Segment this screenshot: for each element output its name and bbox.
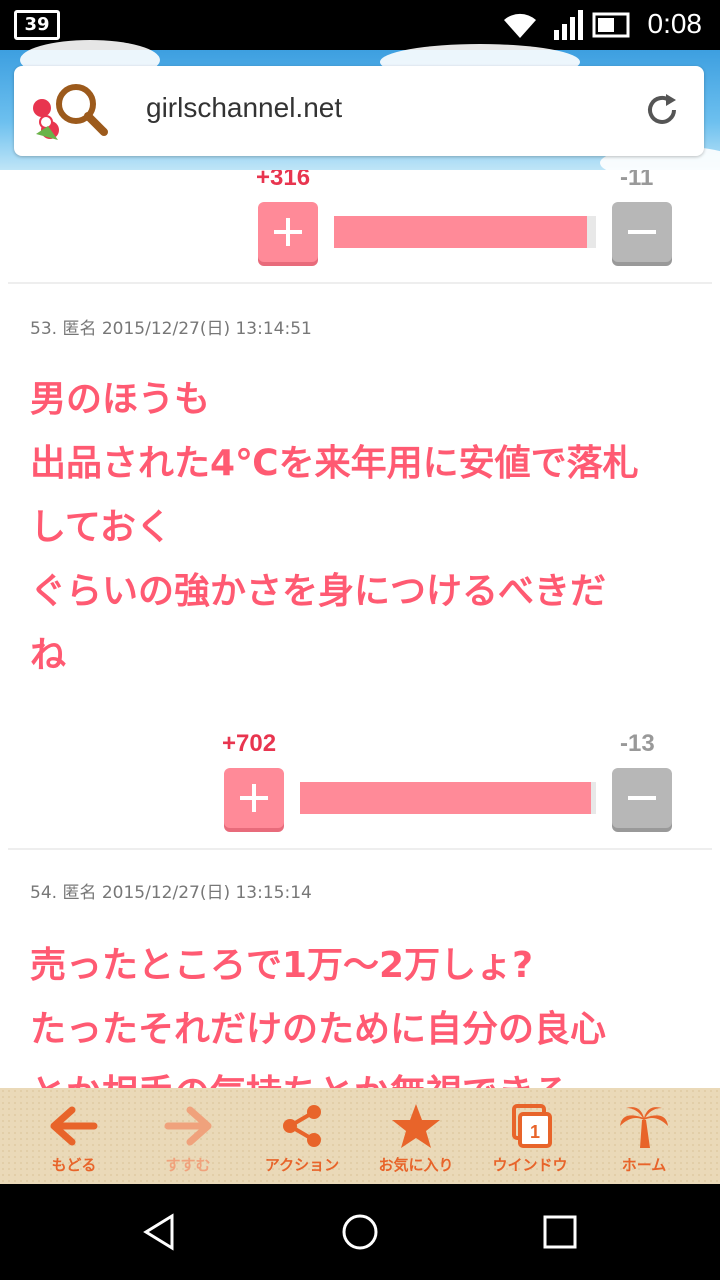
site-logo-icon: [33, 84, 108, 140]
plus-button[interactable]: [224, 768, 284, 828]
plus-button[interactable]: [258, 202, 318, 262]
comment-list: +316 -11 53. 匿名 2015/12/27(日) 13:14:51 男…: [0, 170, 720, 1088]
arrow-right-icon: [164, 1106, 212, 1146]
window-count: 1: [530, 1122, 540, 1142]
notification-icon: 39: [14, 10, 60, 40]
divider: [8, 282, 712, 284]
minus-count: -13: [620, 730, 655, 757]
nav-back-icon[interactable]: [140, 1212, 180, 1252]
back-button[interactable]: もどる: [14, 1088, 134, 1184]
minus-button[interactable]: [612, 202, 672, 262]
nav-recents-icon[interactable]: [540, 1212, 580, 1252]
vote-row: +316 -11: [0, 170, 720, 270]
vote-ratio-fill: [334, 216, 588, 248]
minus-button[interactable]: [612, 768, 672, 828]
address-bar[interactable]: girlschannel.net: [14, 66, 704, 156]
star-icon: [392, 1104, 440, 1148]
action-button[interactable]: アクション: [242, 1088, 362, 1184]
share-icon: [283, 1105, 321, 1147]
vote-ratio-bar: [334, 216, 596, 248]
nav-home-icon[interactable]: [340, 1212, 380, 1252]
clock: 0:08: [647, 8, 703, 39]
signal-icon: [554, 10, 583, 40]
vote-ratio-fill: [300, 782, 591, 814]
arrow-left-icon: [50, 1106, 98, 1146]
forward-label: すすむ: [165, 1156, 211, 1174]
comment-text: 売ったところで1万〜2万しょ? たったそれだけのために自分の良心 とか相手の気持…: [30, 945, 607, 1088]
plus-count: +316: [256, 170, 311, 191]
reload-icon[interactable]: [642, 90, 682, 130]
forward-button[interactable]: すすむ: [128, 1088, 248, 1184]
favorite-label: お気に入り: [378, 1156, 454, 1174]
browser-header: girlschannel.net: [0, 40, 720, 180]
back-label: もどる: [51, 1156, 97, 1174]
comment-meta: 54. 匿名 2015/12/27(日) 13:15:14: [30, 883, 312, 903]
browser-toolbar: もどる すすむ アクション お気に入り 1 ウインドウ ホーム: [0, 1088, 720, 1184]
window-button[interactable]: 1 ウインドウ: [470, 1088, 590, 1184]
battery-icon: [592, 12, 630, 38]
minus-count: -11: [620, 170, 654, 191]
home-label: ホーム: [621, 1156, 667, 1174]
plus-count: +702: [222, 730, 277, 757]
wifi-icon: [504, 13, 536, 39]
palm-tree-icon: [620, 1107, 668, 1148]
action-label: アクション: [264, 1156, 340, 1174]
divider: [8, 848, 712, 850]
favorite-button[interactable]: お気に入り: [356, 1088, 476, 1184]
comment-text: 男のほうも 出品された4℃を来年用に安値で落札 しておく ぐらいの強かさを身につ…: [30, 379, 639, 676]
vote-row: +702 -13: [0, 730, 720, 830]
url-text[interactable]: girlschannel.net: [146, 92, 342, 124]
home-button[interactable]: ホーム: [584, 1088, 704, 1184]
window-label: ウインドウ: [492, 1156, 568, 1174]
window-icon: 1: [512, 1104, 552, 1148]
system-nav-bar: [0, 1184, 720, 1280]
vote-ratio-bar: [300, 782, 596, 814]
comment-meta: 53. 匿名 2015/12/27(日) 13:14:51: [30, 319, 312, 339]
